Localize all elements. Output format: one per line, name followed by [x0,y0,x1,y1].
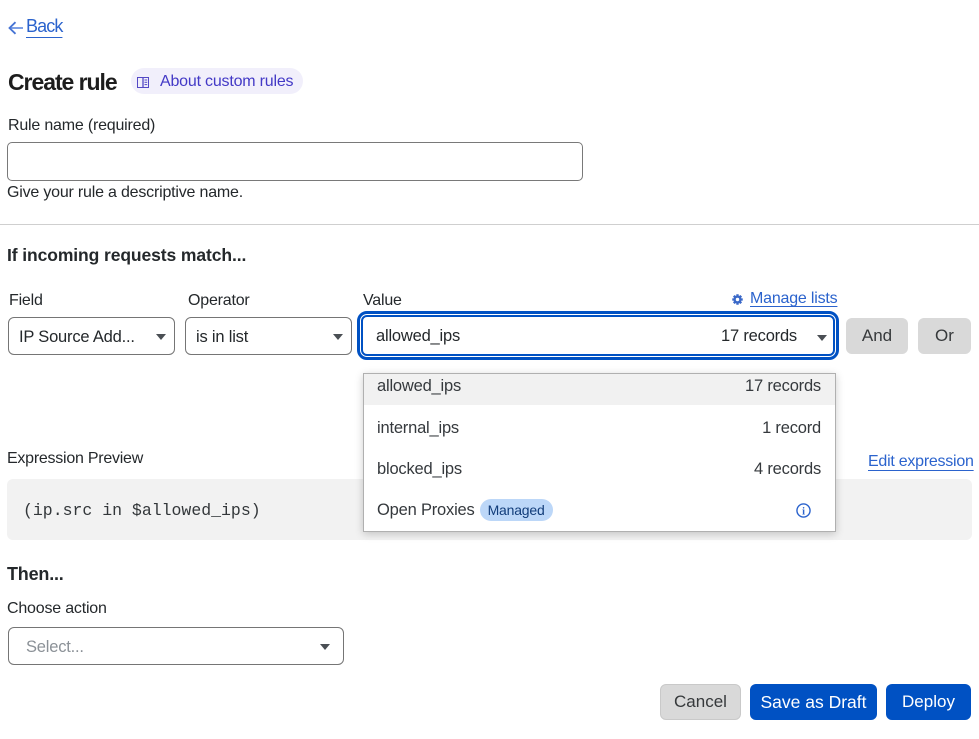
svg-text:i: i [802,506,805,517]
